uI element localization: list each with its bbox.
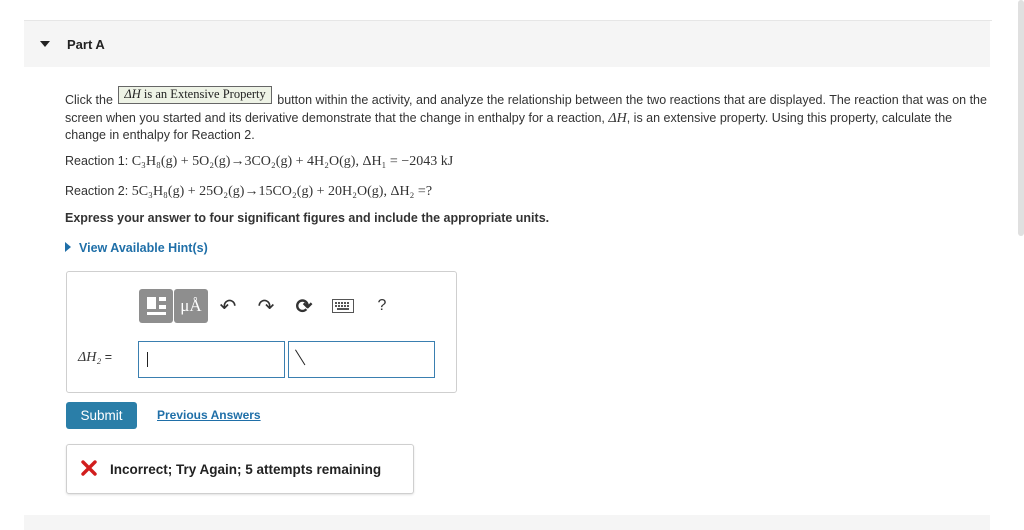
units-input[interactable] [288, 341, 435, 378]
answer-box: μÅ ↶ ↷ ⟳ ? ΔH₂ = [66, 271, 457, 393]
keyboard-icon[interactable] [326, 289, 360, 323]
answer-instructions: Express your answer to four significant … [65, 211, 550, 225]
help-button[interactable]: ? [365, 289, 399, 323]
units-placeholder-mark [295, 349, 306, 366]
reaction-2: Reaction 2: 5C₃H₈(g) + 25O₂(g)→15CO₂(g) … [65, 184, 432, 200]
undo-icon[interactable]: ↶ [211, 289, 245, 323]
statement-text-1: Click the [65, 93, 113, 107]
reaction-1: Reaction 1: C₃H₈(g) + 5O₂(g)→3CO₂(g) + 4… [65, 154, 453, 170]
answer-equals: = [104, 350, 113, 364]
part-title: Part A [67, 37, 105, 52]
reaction-1-label: Reaction 1: [65, 154, 129, 168]
view-hints-link[interactable]: View Available Hint(s) [65, 241, 208, 255]
extensive-property-button[interactable]: ΔH is an Extensive Property [118, 86, 272, 104]
view-hints-label: View Available Hint(s) [79, 241, 208, 255]
problem-statement: Click the ΔH is an Extensive Property bu… [65, 86, 990, 143]
submit-button[interactable]: Submit [66, 402, 137, 429]
part-header[interactable]: Part A [24, 21, 990, 67]
redo-icon[interactable]: ↷ [249, 289, 283, 323]
previous-answers-link[interactable]: Previous Answers [157, 408, 261, 422]
scrollbar[interactable] [1018, 0, 1024, 236]
feedback-message: Incorrect; Try Again; 5 attempts remaini… [110, 462, 382, 477]
answer-variable-label: ΔH₂ = [78, 350, 112, 366]
extensive-button-label: is an Extensive Property [143, 87, 266, 101]
reaction-2-equation: 5C₃H₈(g) + 25O₂(g)→15CO₂(g) + 20H₂O(g), … [131, 184, 433, 199]
value-input[interactable] [138, 341, 285, 378]
next-part-header[interactable] [24, 515, 990, 530]
expand-caret-icon [65, 242, 71, 252]
extensive-button-symbol: ΔH [124, 87, 141, 101]
delta-h-symbol: ΔH [608, 111, 627, 126]
text-cursor [147, 352, 148, 367]
collapse-caret-icon[interactable] [40, 41, 50, 47]
reset-icon[interactable]: ⟳ [287, 289, 321, 323]
templates-icon[interactable] [139, 289, 173, 323]
feedback-panel: Incorrect; Try Again; 5 attempts remaini… [66, 444, 414, 494]
reaction-1-equation: C₃H₈(g) + 5O₂(g)→3CO₂(g) + 4H₂O(g), ΔH₁ … [131, 154, 454, 169]
reaction-2-label: Reaction 2: [65, 184, 129, 198]
answer-variable: ΔH₂ [78, 350, 102, 365]
units-button[interactable]: μÅ [174, 289, 208, 323]
incorrect-x-icon [81, 460, 97, 476]
